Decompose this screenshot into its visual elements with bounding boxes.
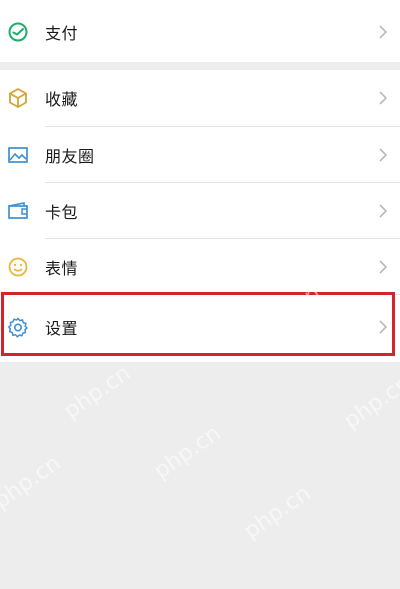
menu-item-label: 朋友圈 [45, 147, 95, 166]
chevron-right-icon [376, 23, 390, 41]
menu-item-cards[interactable]: 卡包 [0, 183, 400, 239]
menu-item-label: 支付 [45, 24, 79, 43]
watermark: php.cn [0, 450, 66, 515]
menu-item-stickers[interactable]: 表情 [0, 239, 400, 295]
cube-icon [6, 86, 30, 110]
picture-icon [6, 143, 30, 167]
menu-item-moments[interactable]: 朋友圈 [0, 127, 400, 183]
menu-group-pay: 支付 [0, 0, 400, 62]
smiley-icon [6, 255, 30, 279]
menu-item-label: 设置 [45, 319, 79, 338]
wallet-check-icon [6, 20, 30, 44]
menu-item-pay[interactable]: 支付 [0, 4, 400, 60]
watermark: php.cn [339, 370, 400, 435]
watermark: php.cn [239, 480, 316, 545]
chevron-right-icon [376, 318, 390, 336]
chevron-right-icon [376, 89, 390, 107]
chevron-right-icon [376, 146, 390, 164]
menu-group-main: 收藏 朋友圈 卡包 表情 设置 [0, 70, 400, 362]
card-wallet-icon [6, 199, 30, 223]
menu-item-label: 卡包 [45, 203, 79, 222]
menu-item-label: 表情 [45, 259, 79, 278]
menu-item-favorites[interactable]: 收藏 [0, 70, 400, 126]
chevron-right-icon [376, 202, 390, 220]
menu-item-label: 收藏 [45, 90, 79, 109]
divider [45, 294, 400, 295]
menu-item-settings[interactable]: 设置 [0, 299, 400, 355]
watermark: php.cn [149, 420, 226, 485]
watermark: php.cn [59, 360, 136, 425]
chevron-right-icon [376, 258, 390, 276]
gear-icon [6, 315, 30, 339]
